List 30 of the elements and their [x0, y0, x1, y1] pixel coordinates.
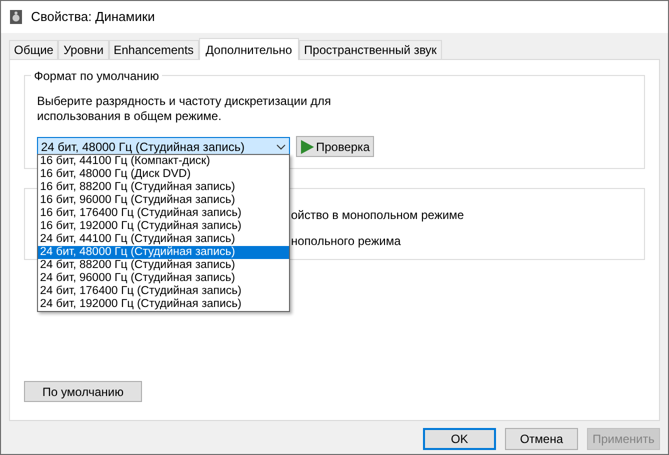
format-option[interactable]: 16 бит, 44100 Гц (Компакт-диск)	[38, 155, 289, 168]
tab[interactable]: Enhancements	[108, 40, 199, 59]
tab[interactable]: Пространственный звук	[299, 40, 442, 59]
format-option[interactable]: 24 бит, 88200 Гц (Студийная запись)	[38, 259, 289, 272]
window-title: Свойства: Динамики	[31, 8, 155, 26]
play-icon	[300, 140, 314, 154]
format-option[interactable]: 24 бит, 192000 Гц (Студийная запись)	[38, 298, 289, 311]
speaker-icon	[9, 9, 23, 25]
format-dropdown[interactable]: 24 бит, 48000 Гц (Студийная запись)	[37, 136, 290, 156]
format-option[interactable]: 16 бит, 88200 Гц (Студийная запись)	[38, 181, 289, 194]
dialog-button[interactable]: OK	[423, 428, 496, 450]
test-button[interactable]: Проверка	[296, 136, 374, 157]
format-option[interactable]: 24 бит, 48000 Гц (Студийная запись)	[38, 246, 289, 259]
format-option[interactable]: 24 бит, 96000 Гц (Студийная запись)	[38, 272, 289, 285]
option-label: нопольного режима	[291, 233, 402, 250]
format-option[interactable]: 16 бит, 96000 Гц (Студийная запись)	[38, 194, 289, 207]
tab[interactable]: Дополнительно	[198, 38, 300, 60]
format-option[interactable]: 24 бит, 44100 Гц (Студийная запись)	[38, 233, 289, 246]
format-option[interactable]: 16 бит, 48000 Гц (Диск DVD)	[38, 168, 289, 181]
chevron-down-icon	[276, 144, 286, 150]
dialog-button[interactable]: Отмена	[505, 428, 578, 450]
option-label: ойство в монопольном режиме	[291, 207, 465, 224]
format-option[interactable]: 16 бит, 192000 Гц (Студийная запись)	[38, 220, 289, 233]
format-description: Выберите разрядность и частоту дискретизации для использования в общем режиме.	[37, 94, 332, 124]
restore-defaults-button[interactable]: По умолчанию	[24, 381, 142, 402]
tab[interactable]: Общие	[9, 40, 58, 59]
format-list[interactable]	[37, 154, 290, 312]
format-option[interactable]: 24 бит, 176400 Гц (Студийная запись)	[38, 285, 289, 298]
tab[interactable]: Уровни	[58, 40, 109, 59]
format-option[interactable]: 16 бит, 176400 Гц (Студийная запись)	[38, 207, 289, 220]
